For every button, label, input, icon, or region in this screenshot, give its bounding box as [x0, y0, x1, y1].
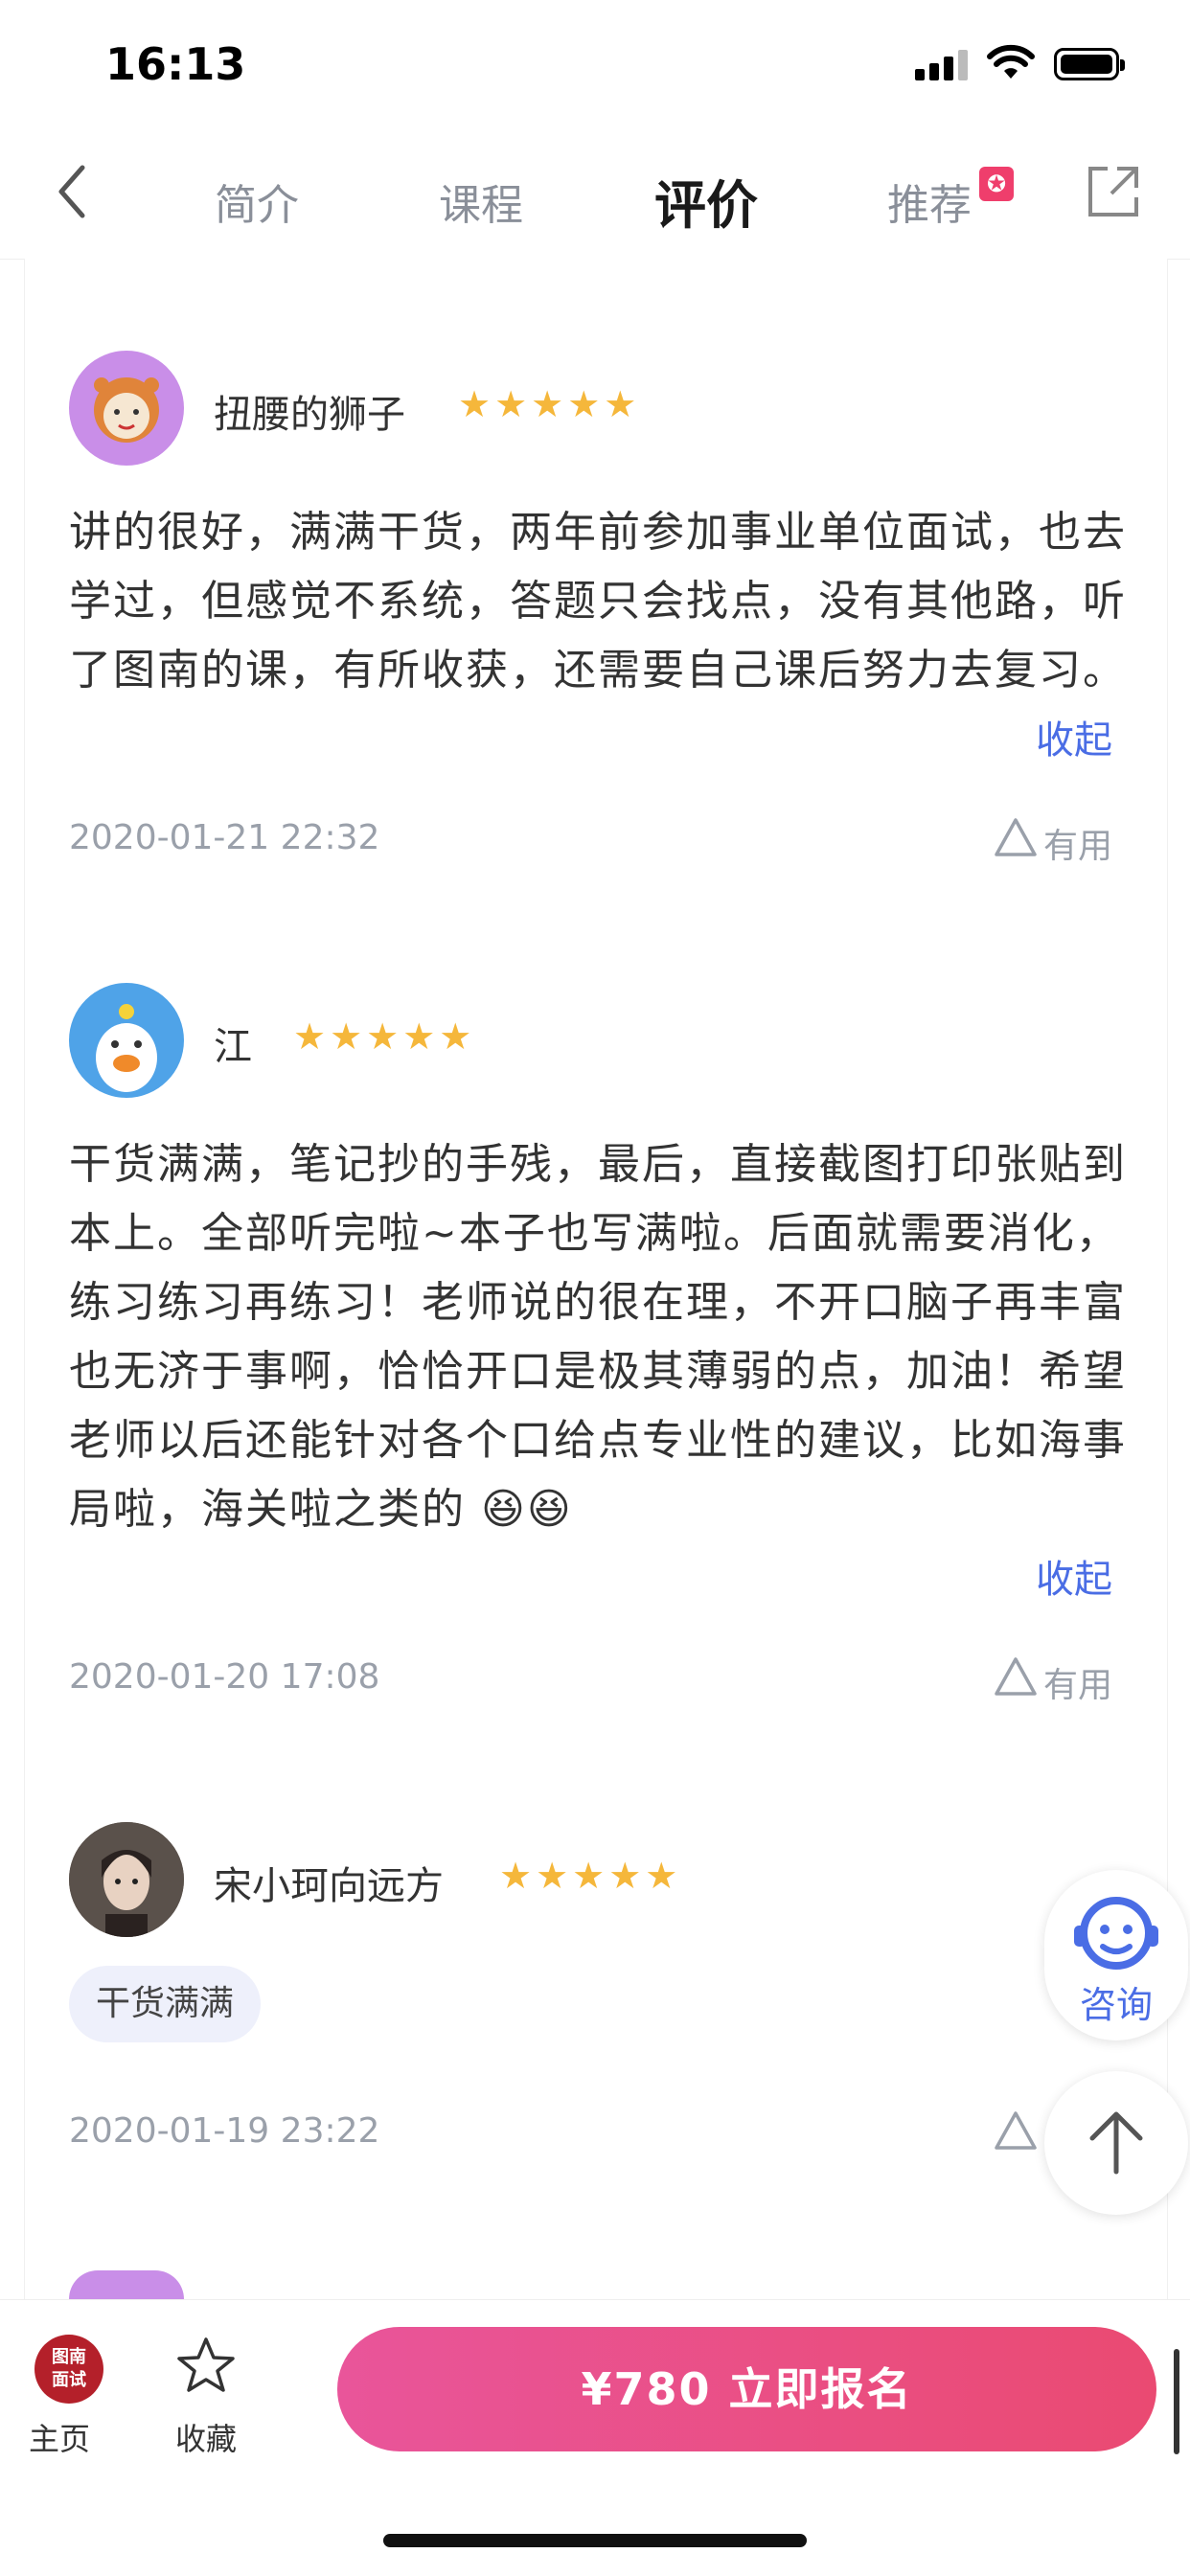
review-date: 2020-01-21 22:32: [69, 818, 380, 857]
tab-reviews[interactable]: 评价: [654, 163, 758, 239]
collapse-link[interactable]: 收起: [1036, 1548, 1112, 1604]
useful-button[interactable]: 有用: [1043, 1657, 1112, 1707]
thumbs-up-triangle-icon[interactable]: [993, 1655, 1039, 1698]
review-tag: 干货满满: [69, 1966, 262, 2042]
battery-icon: [1054, 48, 1125, 80]
review-date: 2020-01-20 17:08: [69, 1657, 380, 1697]
status-time: 16:13: [105, 38, 246, 90]
reviews-list: 扭腰的狮子 ★★★★★ 讲的很好，满满干货，两年前参加事业单位面试，也去学过，但…: [24, 259, 1168, 2299]
useful-button[interactable]: 有用: [1043, 818, 1112, 868]
cellular-signal-icon: [915, 50, 969, 80]
tab-course[interactable]: 课程: [439, 171, 523, 232]
username: 扭腰的狮子: [214, 393, 405, 437]
share-icon[interactable]: [1085, 163, 1142, 220]
thumbs-up-triangle-icon[interactable]: [993, 816, 1039, 858]
collapse-link[interactable]: 收起: [1036, 709, 1112, 764]
tab-intro[interactable]: 简介: [215, 171, 299, 232]
user-avatar[interactable]: [69, 983, 184, 1098]
review-text: 干货满满，笔记抄的手残，最后，直接截图打印张贴到本上。全部听完啦~本子也写满啦。…: [69, 1140, 1127, 1534]
star-rating: ★★★★★: [458, 383, 641, 425]
tab-recommend[interactable]: 推荐: [887, 171, 972, 232]
nav-bar: 简介 课程 评价 推荐 ✪: [0, 134, 1190, 260]
review-date: 2020-01-19 23:22: [69, 2111, 380, 2151]
customer-service-icon: [1074, 1897, 1158, 1970]
status-bar: 16:13: [0, 0, 1190, 134]
logo-line2: 面试: [52, 2370, 86, 2390]
recommend-badge-icon: ✪: [979, 167, 1014, 201]
review-text: 讲的很好，满满干货，两年前参加事业单位面试，也去学过，但感觉不系统，答题只会找点…: [69, 508, 1127, 695]
thumbs-up-triangle-icon[interactable]: [993, 2109, 1039, 2152]
star-outline-icon[interactable]: [175, 2335, 237, 2396]
enroll-button[interactable]: ¥780 立即报名: [337, 2327, 1156, 2451]
star-rating: ★★★★★: [293, 1015, 476, 1058]
home-indicator[interactable]: [383, 2534, 807, 2547]
favorite-label[interactable]: 收藏: [175, 2415, 237, 2459]
arrow-up-icon: [1089, 2111, 1143, 2175]
user-avatar[interactable]: [69, 1822, 184, 1937]
user-avatar[interactable]: [69, 2270, 184, 2299]
home-label[interactable]: 主页: [29, 2415, 90, 2459]
star-rating: ★★★★★: [499, 1855, 682, 1897]
consult-button[interactable]: 咨询: [1044, 1870, 1188, 2040]
scrollbar[interactable]: [1174, 2349, 1179, 2454]
logo-line1: 图南: [52, 2347, 86, 2367]
consult-label: 咨询: [1079, 1984, 1153, 2026]
user-avatar[interactable]: [69, 351, 184, 466]
username: 宋小珂向远方: [214, 1864, 444, 1908]
wifi-icon: [987, 44, 1035, 79]
back-arrow-icon[interactable]: [54, 163, 92, 220]
back-to-top-button[interactable]: [1044, 2071, 1188, 2215]
username: 江: [214, 1025, 252, 1069]
tunan-logo[interactable]: 图南 面试: [34, 2335, 103, 2404]
